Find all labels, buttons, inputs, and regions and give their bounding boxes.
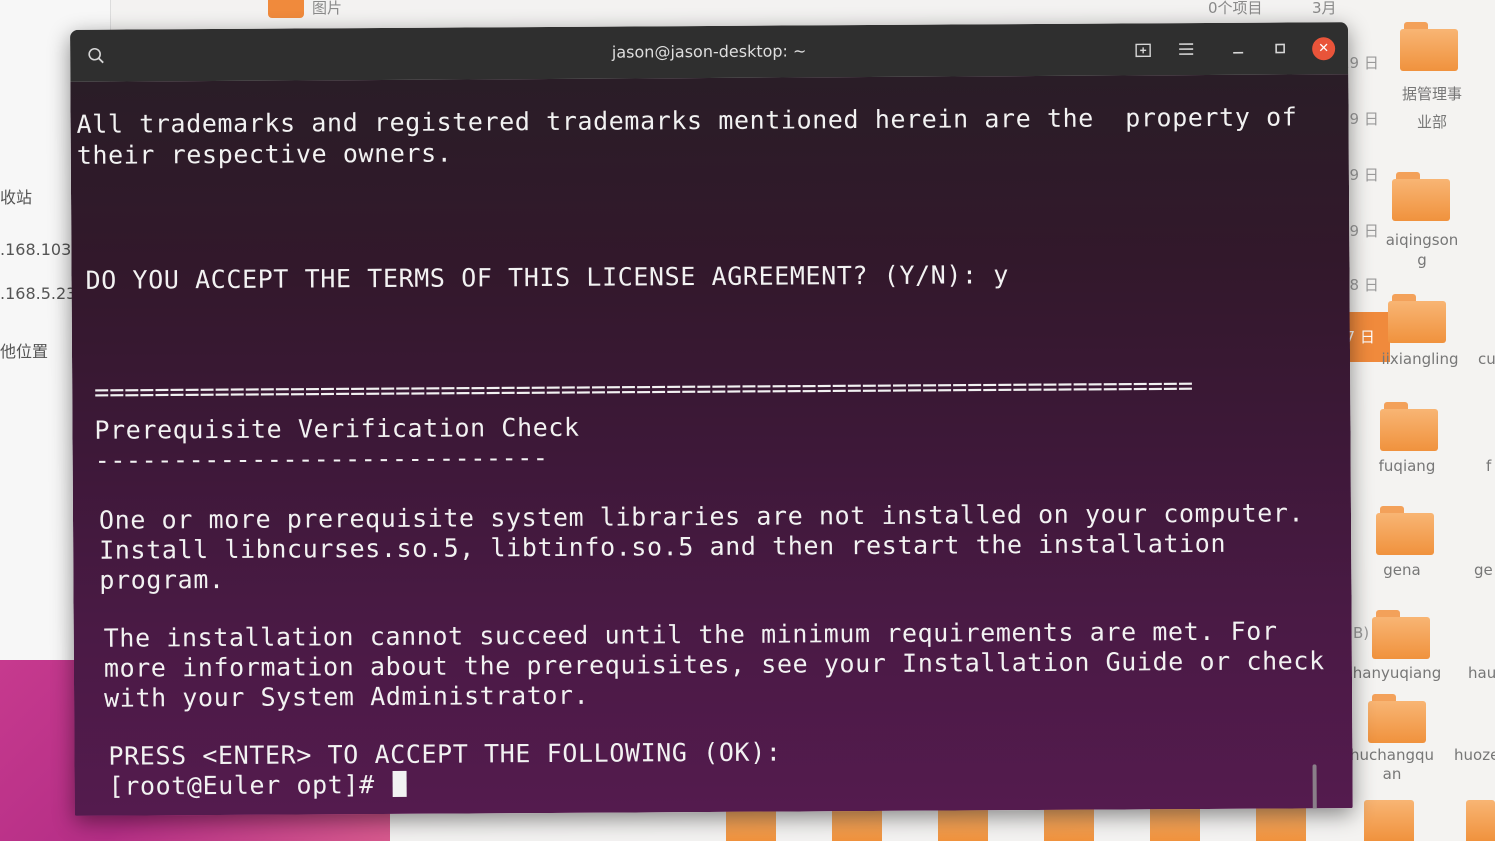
- terminal-line: Install libncurses.so.5, libtinfo.so.5 a…: [99, 528, 1227, 565]
- folder-label: cu: [1478, 350, 1495, 368]
- terminal-line: All trademarks and registered trademarks…: [76, 102, 1298, 139]
- folder-label: 据管理事 业部: [1401, 85, 1462, 131]
- window-title: jason@jason-desktop: ~: [611, 41, 807, 62]
- folder-label: f: [1486, 457, 1492, 475]
- terminal-line: more information about the prerequisites…: [103, 646, 1325, 683]
- maximize-icon[interactable]: [1268, 36, 1292, 60]
- terminal-line: their respective owners.: [76, 138, 453, 170]
- folder-icon[interactable]: [1376, 506, 1440, 556]
- folder-label: 图片: [312, 0, 343, 17]
- folder-label: fuqiang: [1378, 457, 1436, 475]
- minimize-icon[interactable]: [1226, 37, 1250, 61]
- terminal-text: All trademarks and registered trademarks…: [76, 102, 1325, 800]
- folder-label: ge: [1474, 561, 1493, 579]
- file-manager-header: 图片 0个项目 3月 19 日: [260, 0, 1495, 20]
- folder-label: iixiangling: [1381, 350, 1459, 368]
- folder-icon[interactable]: [1368, 694, 1432, 744]
- folder-label: hanyuqiang: [1352, 664, 1442, 682]
- folder-icon[interactable]: [1380, 402, 1444, 452]
- terminal-scrollbar[interactable]: [1312, 764, 1317, 816]
- terminal-window[interactable]: jason@jason-desktop: ~ ✕ All trademarks …: [70, 22, 1353, 816]
- terminal-line: with your System Administrator.: [104, 680, 590, 713]
- folder-label: huchangqu an: [1350, 746, 1435, 783]
- sidebar-item-other-locations[interactable]: 他位置: [0, 338, 48, 362]
- close-icon[interactable]: ✕: [1312, 37, 1336, 61]
- shell-prompt: [root@Euler opt]#: [108, 769, 391, 801]
- folder-icon[interactable]: [1388, 294, 1452, 344]
- text-cursor: [392, 770, 407, 797]
- terminal-titlebar[interactable]: jason@jason-desktop: ~ ✕: [70, 22, 1349, 82]
- folder-icon[interactable]: [1364, 800, 1414, 841]
- folder-label: huoze: [1454, 746, 1495, 764]
- terminal-line: PRESS <ENTER> TO ACCEPT THE FOLLOWING (O…: [108, 737, 782, 771]
- terminal-line: Prerequisite Verification Check: [94, 412, 580, 445]
- menu-icon[interactable]: [1174, 37, 1198, 61]
- folder-icon[interactable]: [1400, 22, 1464, 72]
- terminal-line: DO YOU ACCEPT THE TERMS OF THIS LICENSE …: [85, 260, 1010, 295]
- terminal-line: ========================================…: [94, 371, 1194, 407]
- terminal-line: -----------------------------: [94, 442, 549, 475]
- new-tab-icon[interactable]: [1131, 37, 1155, 61]
- terminal-line: program.: [99, 564, 225, 595]
- folder-label: hau: [1468, 664, 1495, 682]
- folder-icon[interactable]: [1372, 610, 1436, 660]
- item-count: 0个项目: [1208, 0, 1263, 17]
- folder-icon[interactable]: [1392, 172, 1456, 222]
- folder-label: gena: [1383, 561, 1421, 579]
- terminal-output[interactable]: All trademarks and registered trademarks…: [70, 74, 1353, 816]
- terminal-prompt-line[interactable]: [root@Euler opt]#: [109, 770, 407, 801]
- folder-icon[interactable]: [1466, 800, 1495, 841]
- sidebar-item-trash[interactable]: 收站: [0, 184, 32, 208]
- folder-label: aiqingson g: [1385, 231, 1459, 269]
